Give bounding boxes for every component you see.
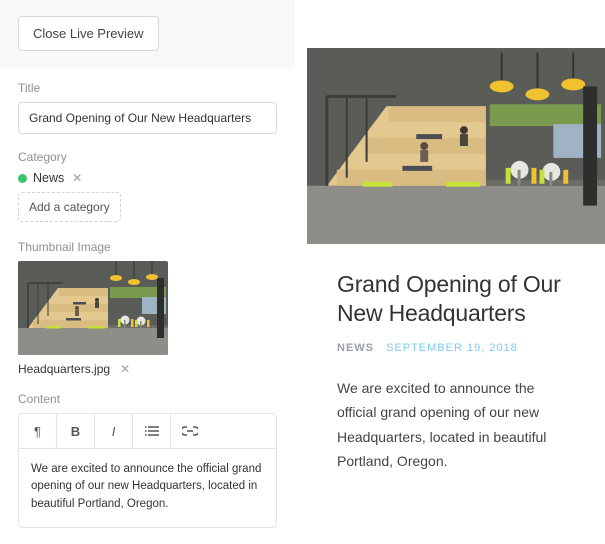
- thumbnail-field: Headquarters.jpg ✕: [18, 261, 277, 376]
- category-tag: News ✕: [18, 171, 277, 185]
- title-input[interactable]: [18, 102, 277, 134]
- link-icon[interactable]: [171, 414, 209, 448]
- thumbnail-label: Thumbnail Image: [18, 240, 277, 254]
- preview-pane: Grand Opening of Our New Headquarters NE…: [307, 48, 605, 544]
- remove-category-icon[interactable]: ✕: [72, 171, 82, 185]
- preview-date: SEPTEMBER 19, 2018: [386, 342, 518, 354]
- preview-hero-image: [307, 48, 605, 244]
- thumbnail-filename-row: Headquarters.jpg ✕: [18, 362, 277, 376]
- preview-category: NEWS: [337, 342, 374, 354]
- content-textarea[interactable]: We are excited to announce the official …: [19, 449, 276, 527]
- editor-pane: Close Live Preview Title Category News ✕…: [0, 0, 295, 544]
- preview-body-text: We are excited to announce the official …: [337, 376, 575, 474]
- editor-topbar: Close Live Preview: [0, 0, 295, 69]
- category-name: News: [33, 171, 64, 185]
- category-dot-icon: [18, 174, 27, 183]
- add-category-button[interactable]: Add a category: [18, 192, 121, 222]
- italic-icon[interactable]: I: [95, 414, 133, 448]
- remove-thumbnail-icon[interactable]: ✕: [120, 362, 130, 376]
- thumbnail-filename: Headquarters.jpg: [18, 362, 110, 376]
- thumbnail-image[interactable]: [18, 261, 168, 355]
- content-label: Content: [18, 392, 277, 406]
- paragraph-icon[interactable]: ¶: [19, 414, 57, 448]
- content-toolbar: ¶ B I: [19, 414, 276, 449]
- category-label: Category: [18, 150, 277, 164]
- bold-icon[interactable]: B: [57, 414, 95, 448]
- title-label: Title: [18, 81, 277, 95]
- preview-body: Grand Opening of Our New Headquarters NE…: [307, 244, 605, 484]
- list-icon[interactable]: [133, 414, 171, 448]
- content-editor: ¶ B I We are excited to announce the off…: [18, 413, 277, 528]
- preview-title: Grand Opening of Our New Headquarters: [337, 270, 575, 328]
- preview-meta: NEWS SEPTEMBER 19, 2018: [337, 342, 575, 354]
- close-live-preview-button[interactable]: Close Live Preview: [18, 16, 159, 51]
- editor-form: Title Category News ✕ Add a category Thu…: [0, 69, 295, 538]
